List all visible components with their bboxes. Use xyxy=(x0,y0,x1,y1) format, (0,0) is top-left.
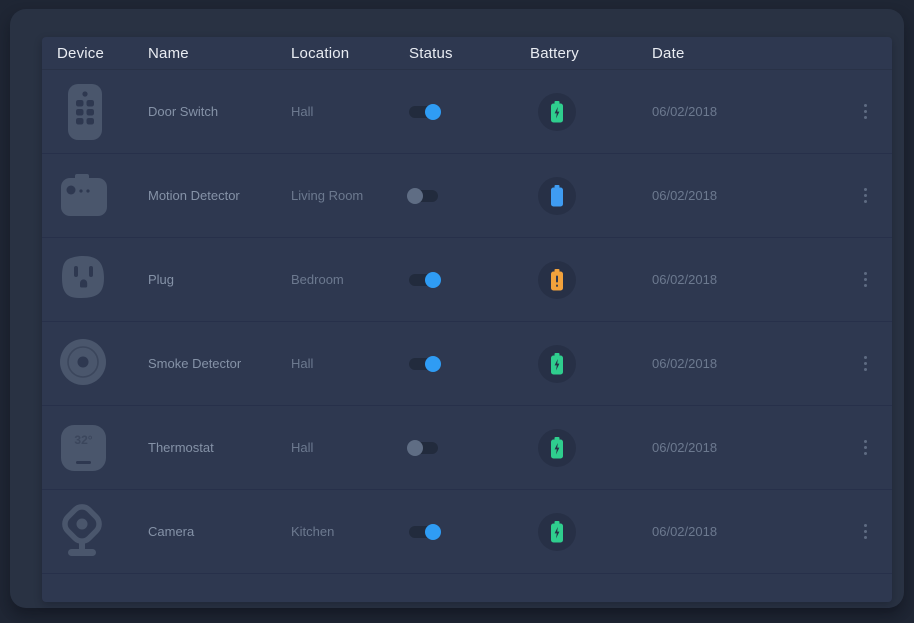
device-name: Thermostat xyxy=(148,440,291,455)
row-menu-button[interactable] xyxy=(856,184,874,208)
row-menu-button[interactable] xyxy=(856,436,874,460)
toggle-knob xyxy=(425,272,441,288)
status-toggle[interactable] xyxy=(409,106,438,118)
device-date: 06/02/2018 xyxy=(652,524,834,539)
remote-icon xyxy=(57,82,113,142)
device-name: Motion Detector xyxy=(148,188,291,203)
status-toggle[interactable] xyxy=(409,442,438,454)
battery-indicator xyxy=(538,177,576,215)
status-toggle[interactable] xyxy=(409,274,438,286)
row-menu-button[interactable] xyxy=(856,268,874,292)
col-header-battery: Battery xyxy=(530,45,652,62)
battery-indicator xyxy=(538,513,576,551)
row-menu-button[interactable] xyxy=(856,352,874,376)
app-window: Device Name Location Status Battery Date xyxy=(0,0,914,623)
col-header-date: Date xyxy=(652,45,834,62)
row-menu-button[interactable] xyxy=(856,100,874,124)
table-row: Motion Detector Living Room 06/02/2018 xyxy=(42,154,892,238)
device-date: 06/02/2018 xyxy=(652,356,834,371)
thermostat-icon: 32° xyxy=(57,418,113,478)
toggle-knob xyxy=(425,104,441,120)
device-location: Hall xyxy=(291,356,409,371)
battery-indicator xyxy=(538,345,576,383)
table-row: Door Switch Hall 06/02/2018 xyxy=(42,70,892,154)
device-date: 06/02/2018 xyxy=(652,104,834,119)
device-name: Plug xyxy=(148,272,291,287)
col-header-name: Name xyxy=(148,45,291,62)
toggle-knob xyxy=(425,356,441,372)
battery-indicator xyxy=(538,93,576,131)
toggle-knob xyxy=(407,188,423,204)
status-toggle[interactable] xyxy=(409,190,438,202)
device-location: Hall xyxy=(291,440,409,455)
motion-detector-icon xyxy=(57,166,113,226)
battery-indicator xyxy=(538,261,576,299)
device-date: 06/02/2018 xyxy=(652,272,834,287)
device-location: Bedroom xyxy=(291,272,409,287)
device-name: Smoke Detector xyxy=(148,356,291,371)
toggle-knob xyxy=(407,440,423,456)
smoke-detector-icon xyxy=(57,334,113,394)
battery-indicator xyxy=(538,429,576,467)
row-menu-button[interactable] xyxy=(856,520,874,544)
device-location: Living Room xyxy=(291,188,409,203)
toggle-knob xyxy=(425,524,441,540)
table-row: Plug Bedroom 06/02/2018 xyxy=(42,238,892,322)
device-date: 06/02/2018 xyxy=(652,440,834,455)
status-toggle[interactable] xyxy=(409,358,438,370)
col-header-location: Location xyxy=(291,45,409,62)
device-name: Camera xyxy=(148,524,291,539)
app-panel: Device Name Location Status Battery Date xyxy=(10,9,904,608)
device-location: Hall xyxy=(291,104,409,119)
col-header-device: Device xyxy=(57,45,148,62)
device-location: Kitchen xyxy=(291,524,409,539)
plug-icon xyxy=(57,250,113,310)
table-row: Camera Kitchen 06/02/2018 xyxy=(42,490,892,574)
thermostat-temp-label: 32° xyxy=(74,433,92,447)
status-toggle[interactable] xyxy=(409,526,438,538)
table-row: 32° Thermostat Hall 06/02/2018 xyxy=(42,406,892,490)
device-date: 06/02/2018 xyxy=(652,188,834,203)
table-row: Smoke Detector Hall 06/02/2018 xyxy=(42,322,892,406)
col-header-status: Status xyxy=(409,45,530,62)
devices-table: Device Name Location Status Battery Date xyxy=(42,37,892,602)
device-name: Door Switch xyxy=(148,104,291,119)
camera-icon xyxy=(57,502,113,562)
table-header: Device Name Location Status Battery Date xyxy=(42,37,892,70)
